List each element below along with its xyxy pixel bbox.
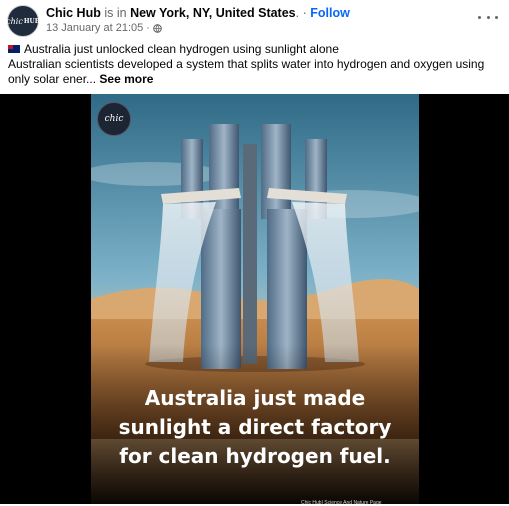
location-link[interactable]: New York, NY, United States [130, 6, 296, 20]
timestamp-line: 13 January at 21:05 · [46, 22, 162, 34]
separator-period: . [295, 6, 300, 20]
watermark-logo: chic [97, 102, 131, 136]
post-text-line1: Australia just unlocked clean hydrogen u… [8, 42, 503, 57]
page-avatar[interactable]: chic HUB [6, 5, 40, 37]
more-options-icon[interactable] [478, 10, 498, 24]
post-text-line2: Australian scientists developed a system… [8, 57, 503, 87]
globe-icon [153, 23, 162, 33]
australia-flag-icon [8, 44, 20, 53]
avatar-text: chic [6, 16, 23, 26]
follow-button[interactable]: Follow [310, 6, 350, 20]
author-name[interactable]: Chic Hub [46, 6, 101, 20]
see-more-link[interactable]: See more [99, 72, 153, 86]
is-in-text: is in [104, 6, 127, 20]
post-body: Australian scientists developed a system… [8, 57, 485, 86]
post-header: chic HUB Chic Hub is in New York, NY, Uni… [0, 0, 509, 42]
image-caption-line1: Australia just made [144, 386, 366, 410]
post-headline: Australia just unlocked clean hydrogen u… [24, 42, 339, 56]
timestamp[interactable]: 13 January at 21:05 [46, 22, 143, 34]
author-line: Chic Hub is in New York, NY, United Stat… [46, 6, 350, 20]
separator-dot: · [302, 6, 307, 20]
image-caption-line2: sunlight a direct factory [118, 415, 392, 439]
watermark-logo-text: chic [104, 114, 124, 124]
image-caption-line3: for clean hydrogen fuel. [119, 444, 391, 468]
image-caption: Australia just made sunlight a direct fa… [91, 384, 419, 471]
timestamp-separator: · [146, 22, 150, 34]
post-text: Australia just unlocked clean hydrogen u… [8, 42, 503, 87]
image-credit: Chic Hub| Science And Nature Page [301, 500, 382, 506]
post-media[interactable]: chic Australia just made sunlight a dire… [0, 94, 509, 506]
avatar-sub: HUB [23, 17, 40, 25]
post-image[interactable]: chic Australia just made sunlight a dire… [91, 94, 419, 504]
